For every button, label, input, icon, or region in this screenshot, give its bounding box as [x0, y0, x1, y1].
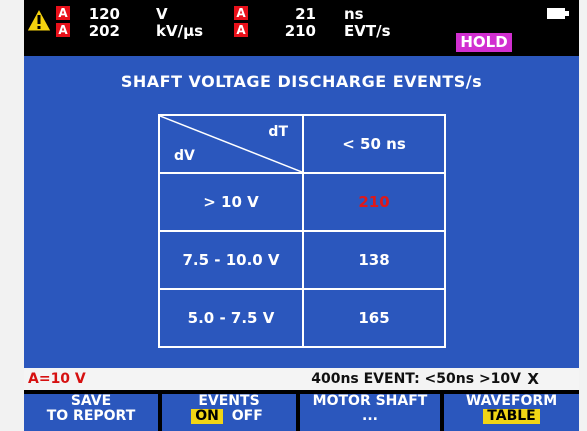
- table-row: > 10 V 210: [160, 172, 444, 230]
- table-header-row: dT dV < 50 ns: [160, 116, 444, 172]
- time-value: 21: [295, 5, 316, 23]
- softkey-bar: SAVE TO REPORT EVENTS ON OFF MOTOR SHAFT…: [24, 390, 579, 431]
- slew-value: 202: [88, 22, 120, 40]
- softkey-label: SAVE: [70, 394, 112, 409]
- events-off-option: OFF: [231, 408, 263, 424]
- channel-a-badge: A: [234, 6, 248, 20]
- page-title: SHAFT VOLTAGE DISCHARGE EVENTS/s: [120, 72, 483, 91]
- value-cell: 165: [358, 309, 390, 327]
- time-unit: ns: [344, 5, 364, 23]
- softkey-label: ...: [362, 408, 378, 424]
- status-bar: A A 120 V 202 kV/µs A A 21 ns 210 EVT/s …: [24, 0, 579, 56]
- status-line: A=10 V 400ns EVENT: <50ns >10V X: [24, 368, 579, 390]
- warning-icon: [26, 8, 52, 32]
- channel-a-badge: A: [56, 23, 70, 37]
- range-cell: 5.0 - 7.5 V: [160, 290, 304, 346]
- softkey-label: MOTOR SHAFT: [312, 394, 428, 409]
- waveform-table-button[interactable]: WAVEFORM TABLE: [444, 394, 579, 431]
- hold-indicator: HOLD: [456, 33, 512, 52]
- softkey-label: EVENTS: [198, 394, 260, 409]
- events-toggle-button[interactable]: EVENTS ON OFF: [162, 394, 296, 431]
- battery-icon: [547, 8, 569, 19]
- table-row: 5.0 - 7.5 V 165: [160, 288, 444, 346]
- table-option: TABLE: [483, 409, 540, 424]
- value-cell: 138: [358, 251, 390, 269]
- dt-label: dT: [268, 124, 288, 140]
- range-cell: > 10 V: [160, 174, 304, 230]
- voltage-value: 120: [88, 5, 120, 23]
- save-to-report-button[interactable]: SAVE TO REPORT: [24, 394, 158, 431]
- events-on-option: ON: [191, 409, 223, 424]
- table-row: 7.5 - 10.0 V 138: [160, 230, 444, 288]
- diagonal-header-cell: dT dV: [160, 116, 304, 172]
- range-indicator: A=10 V: [28, 371, 86, 387]
- event-rate-value: 210: [284, 22, 316, 40]
- channel-a-badge: A: [234, 23, 248, 37]
- close-icon[interactable]: X: [527, 370, 539, 388]
- scope-screen: A A 120 V 202 kV/µs A A 21 ns 210 EVT/s …: [24, 0, 579, 431]
- motor-shaft-button[interactable]: MOTOR SHAFT ...: [300, 394, 440, 431]
- channel-a-badge: A: [56, 6, 70, 20]
- column-header: < 50 ns: [342, 135, 406, 153]
- events-toggle: ON OFF: [162, 409, 296, 424]
- value-cell: 210: [358, 193, 390, 211]
- dv-label: dV: [174, 148, 195, 164]
- events-table: dT dV < 50 ns > 10 V 210 7.5 - 10.0 V 13…: [158, 114, 446, 348]
- main-display: SHAFT VOLTAGE DISCHARGE EVENTS/s dT dV <…: [24, 56, 579, 368]
- softkey-label: TO REPORT: [46, 408, 136, 424]
- slew-unit: kV/µs: [156, 22, 204, 40]
- softkey-label: WAVEFORM: [465, 394, 558, 409]
- range-cell: 7.5 - 10.0 V: [160, 232, 304, 288]
- waveform-toggle: TABLE: [444, 409, 579, 424]
- event-rate-unit: EVT/s: [344, 22, 391, 40]
- voltage-unit: V: [156, 5, 168, 23]
- event-trigger-text: 400ns EVENT: <50ns >10V: [311, 371, 521, 387]
